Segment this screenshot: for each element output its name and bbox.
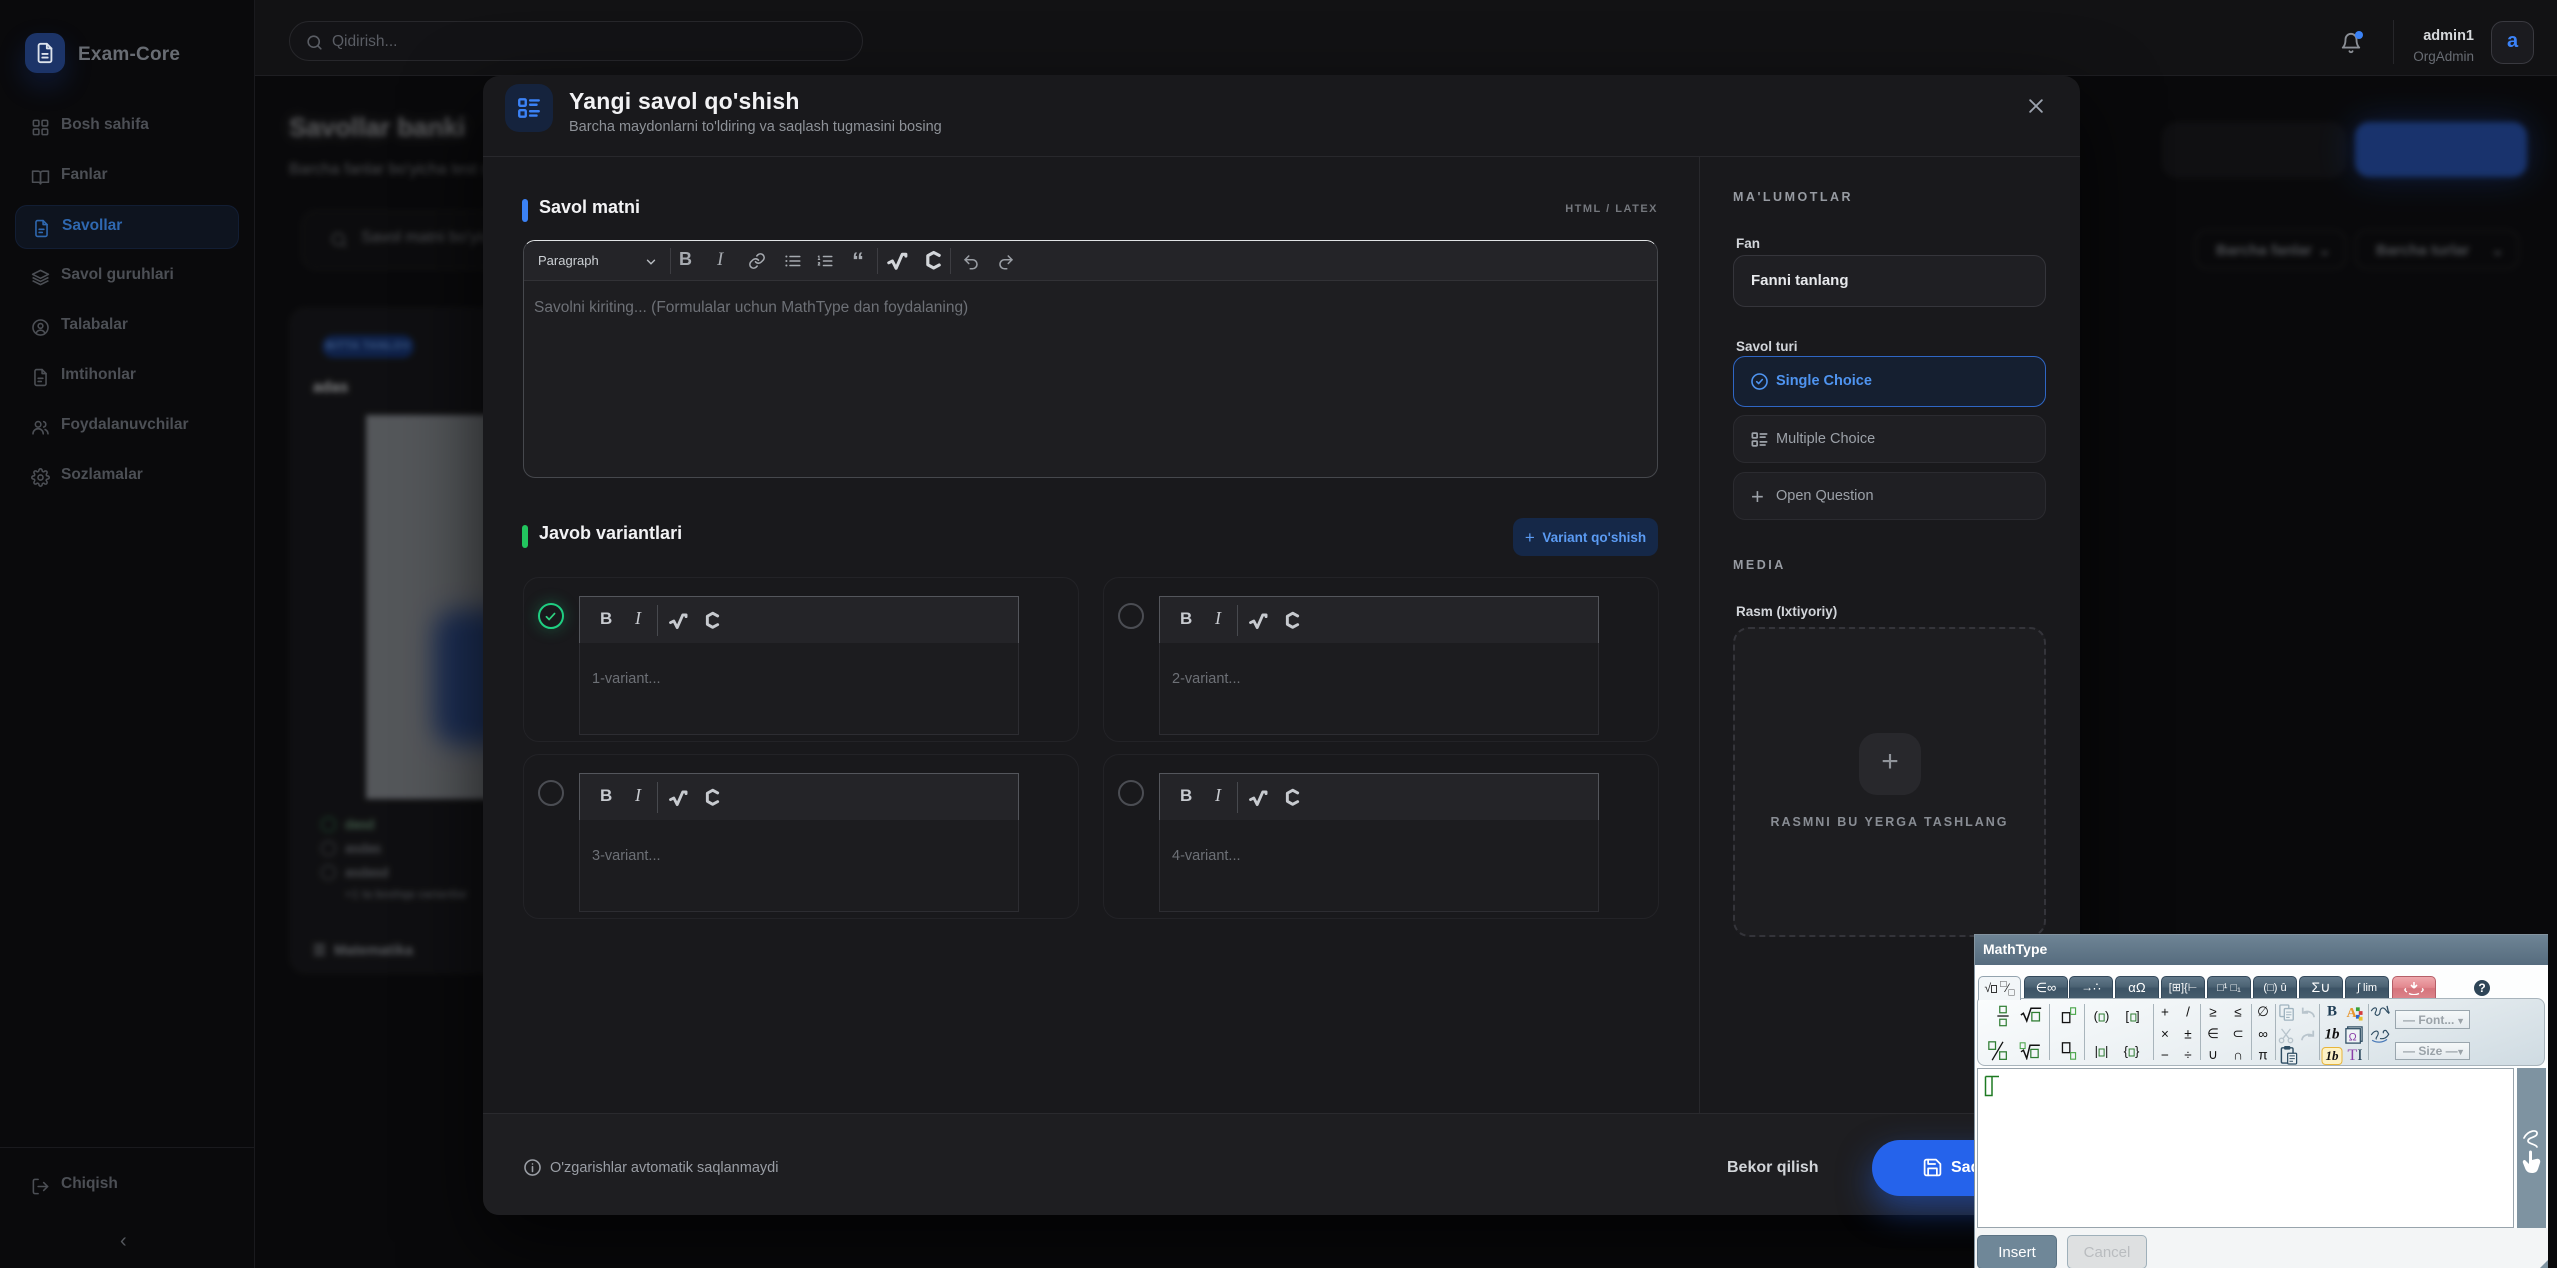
svg-text:A: A — [2347, 1005, 2358, 1021]
svg-text:Ω: Ω — [2349, 1031, 2357, 1043]
